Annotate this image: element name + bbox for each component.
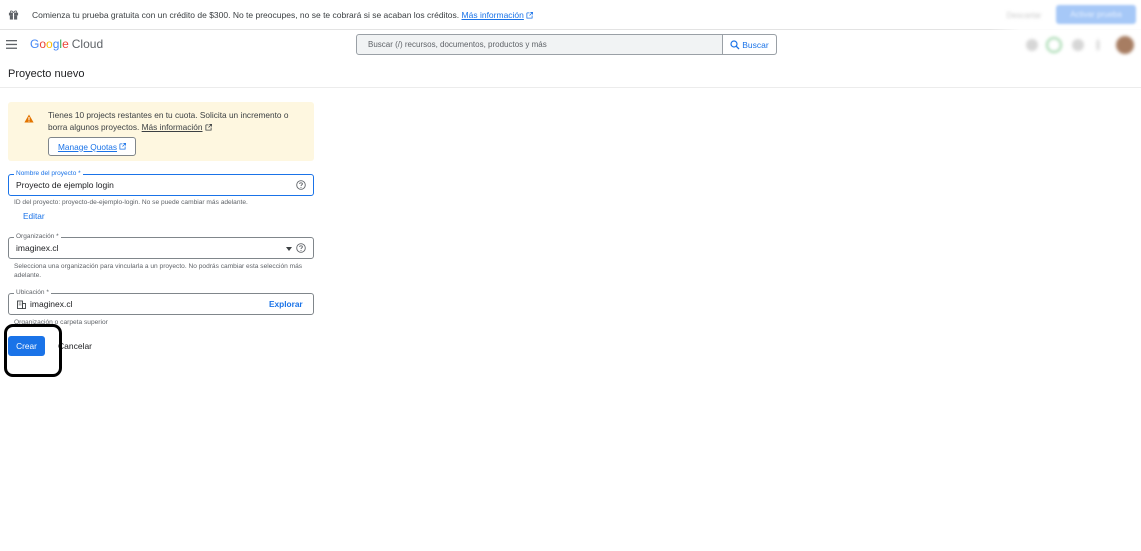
avatar[interactable] [1116, 36, 1134, 54]
search-bar[interactable]: Buscar (/) recursos, documentos, product… [356, 34, 777, 55]
trial-banner-message: Comienza tu prueba gratuita con un crédi… [32, 10, 460, 20]
more-icon[interactable] [1096, 39, 1100, 51]
edit-project-id-link[interactable]: Editar [23, 211, 45, 221]
gift-icon [8, 9, 19, 20]
logo-letter: e [62, 37, 69, 51]
header-actions [1018, 35, 1141, 55]
warning-icon [24, 114, 34, 123]
focus-highlight [4, 324, 62, 377]
trial-banner-text: Comienza tu prueba gratuita con un crédi… [32, 10, 533, 20]
trial-more-info-link[interactable]: Más información [462, 10, 524, 20]
dropdown-arrow-icon[interactable] [286, 247, 292, 251]
help-icon[interactable] [1072, 39, 1084, 51]
logo-cloud-text: Cloud [71, 37, 104, 51]
app-root: Comienza tu prueba gratuita con un crédi… [0, 0, 1141, 551]
organization-icon [17, 300, 26, 309]
external-link-icon [119, 143, 126, 150]
location-field: Ubicación * imaginex.cl Explorar [8, 288, 314, 315]
organization-hint: Selecciona una organización para vincula… [14, 263, 303, 279]
logo-letter: G [30, 37, 40, 51]
cancel-button[interactable]: Cancelar [58, 341, 92, 351]
project-name-label: Nombre del proyecto * [14, 169, 83, 178]
activate-trial-button[interactable]: Activar prueba [1056, 5, 1136, 24]
page-header: Proyecto nuevo [0, 59, 1141, 88]
help-icon[interactable] [296, 180, 306, 190]
help-icon[interactable] [296, 243, 306, 253]
trial-more-info-label: Más información [461, 10, 524, 20]
search-button[interactable]: Buscar [722, 35, 776, 54]
organization-value: imaginex.cl [16, 243, 59, 253]
location-value: imaginex.cl [30, 299, 73, 309]
trial-banner: Comienza tu prueba gratuita con un crédi… [0, 0, 1141, 60]
search-button-label: Buscar [742, 39, 769, 50]
quota-more-info-link[interactable]: Más información [142, 122, 203, 132]
notifications-icon[interactable] [1046, 37, 1062, 53]
project-name-input[interactable]: Proyecto de ejemplo login [16, 180, 114, 190]
external-link-icon [526, 12, 533, 19]
menu-icon[interactable] [6, 40, 17, 49]
logo-letter: o [46, 37, 53, 51]
dismiss-button[interactable]: Descartar [996, 6, 1052, 24]
cloud-shell-icon[interactable] [1026, 39, 1038, 51]
organization-select[interactable]: Organización * imaginex.cl [8, 232, 314, 259]
organization-label: Organización * [14, 232, 61, 241]
browse-location-button[interactable]: Explorar [269, 299, 303, 309]
project-name-field[interactable]: Nombre del proyecto * Proyecto de ejempl… [8, 169, 314, 196]
manage-quotas-button[interactable]: Manage Quotas [48, 137, 136, 156]
google-cloud-logo[interactable]: Google Cloud [30, 37, 103, 51]
page-title: Proyecto nuevo [8, 68, 85, 80]
manage-quotas-label: Manage Quotas [57, 141, 118, 152]
search-input[interactable]: Buscar (/) recursos, documentos, product… [368, 40, 547, 49]
location-label: Ubicación * [14, 288, 51, 297]
top-bar: Google Cloud Buscar (/) recursos, documen… [0, 30, 1141, 59]
external-link-icon [204, 124, 212, 131]
search-icon [730, 39, 740, 49]
quota-warning-text: Tienes 10 projects restantes en tu cuota… [48, 109, 308, 133]
project-id-hint: ID del proyecto: proyecto-de-ejemplo-log… [14, 199, 248, 206]
quota-warning: Tienes 10 projects restantes en tu cuota… [8, 102, 314, 161]
